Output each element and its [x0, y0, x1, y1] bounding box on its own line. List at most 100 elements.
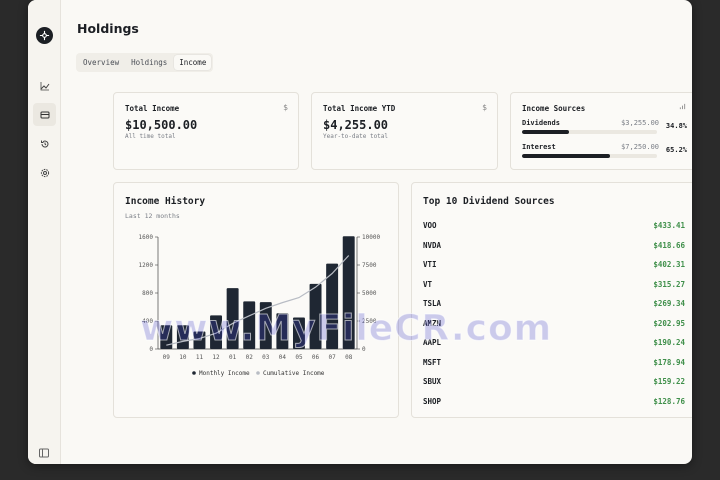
dividend-row: VOO $433.41	[423, 218, 685, 238]
tab-bar: Overview Holdings Income	[76, 53, 214, 72]
y-tick-label-left: 0	[149, 346, 153, 353]
app-window: Holdings Overview Holdings Income Total …	[28, 0, 692, 464]
dividend-amount: $159.22	[653, 377, 685, 386]
source-percent: 34.8%	[665, 122, 687, 130]
tab-overview[interactable]: Overview	[78, 55, 124, 70]
tab-income[interactable]: Income	[174, 55, 212, 70]
main-content: Holdings Overview Holdings Income Total …	[61, 0, 692, 464]
dividend-row: AAPL $190.24	[423, 335, 685, 355]
income-sources-card: Income Sources Dividends $3,255.00 34.8%…	[510, 92, 692, 170]
y-tick-label-right: 0	[362, 346, 366, 353]
dividend-amount: $269.34	[653, 299, 685, 308]
y-tick-label-right: 7500	[362, 262, 377, 269]
dividend-symbol: VTI	[423, 260, 437, 269]
dividend-symbol: AAPL	[423, 338, 442, 347]
bar	[292, 317, 305, 349]
x-tick-label: 09	[163, 354, 171, 361]
dividend-row: NVDA $418.66	[423, 238, 685, 258]
y-tick-label-right: 10000	[362, 234, 380, 241]
total-income-ytd-value: $4,255.00	[323, 118, 389, 132]
card-subtitle: Year-to-date total	[323, 133, 389, 140]
bar	[193, 331, 206, 349]
x-tick-label: 07	[329, 354, 337, 361]
dollar-icon: $	[283, 103, 288, 112]
card-label: Income Sources	[522, 104, 586, 113]
dividend-amount: $402.31	[653, 260, 685, 269]
app-logo-icon[interactable]	[36, 27, 53, 44]
dividend-amount: $418.66	[653, 240, 685, 250]
dividend-symbol: SBUX	[423, 377, 442, 386]
dividend-amount: $178.94	[653, 357, 685, 367]
x-tick-label: 11	[196, 354, 204, 361]
top-dividends-card: Top 10 Dividend Sources VOO $433.41 NVDA $4…	[411, 182, 692, 418]
y-tick-label-right: 5000	[362, 290, 377, 297]
dividend-symbol: VOO	[423, 221, 437, 230]
bar	[259, 302, 272, 349]
total-income-ytd-card: Total Income YTD $ $4,255.00 Year-to-dat…	[311, 92, 498, 170]
total-income-card: Total Income $ $10,500.00 All time total	[113, 92, 299, 170]
x-tick-label: 01	[229, 354, 237, 361]
dividend-amount: $190.24	[653, 338, 685, 347]
dividend-symbol: TSLA	[423, 299, 442, 308]
dividend-symbol: SHOP	[423, 396, 442, 406]
dividend-amount: $202.95	[653, 318, 685, 328]
nav-holdings-icon[interactable]	[33, 103, 56, 126]
dollar-icon: $	[482, 103, 487, 112]
source-name: Interest	[522, 143, 556, 151]
dividend-amount: $433.41	[653, 221, 685, 230]
income-history-subtitle: Last 12 months	[125, 212, 180, 220]
dividend-amount: $128.76	[653, 396, 685, 406]
card-label: Total Income YTD	[323, 104, 396, 113]
x-tick-label: 05	[295, 354, 303, 361]
sidebar	[28, 0, 61, 464]
source-name: Dividends	[522, 119, 560, 127]
top-dividends-title: Top 10 Dividend Sources	[423, 196, 555, 207]
dividend-row: VT $315.27	[423, 277, 685, 297]
dividend-amount: $315.27	[653, 279, 685, 289]
bar	[226, 288, 239, 349]
y-tick-label-left: 1600	[139, 234, 154, 241]
legend-swatch-monthly	[192, 371, 196, 375]
source-percent: 65.2%	[665, 146, 687, 154]
source-progress-fill	[522, 154, 611, 158]
dividend-row: VTI $402.31	[423, 257, 685, 277]
bar-chart-icon	[679, 103, 686, 112]
dividend-row: TSLA $269.34	[423, 296, 685, 316]
bar	[210, 315, 223, 349]
income-history-card: Income History Last 12 months 0 400 800 120…	[113, 182, 399, 418]
bar	[160, 325, 173, 349]
nav-settings-icon[interactable]	[33, 161, 56, 184]
source-progress-bar	[522, 130, 657, 134]
legend-label-cumulative: Cumulative Income	[263, 370, 325, 377]
tab-holdings[interactable]: Holdings	[126, 55, 172, 70]
dividend-symbol: AMZN	[423, 318, 442, 328]
income-history-title: Income History	[125, 196, 206, 207]
source-progress-bar	[522, 154, 657, 158]
dividend-symbol: VT	[423, 279, 433, 289]
dividend-row: SBUX $159.22	[423, 374, 685, 394]
y-tick-label-left: 1200	[139, 262, 154, 269]
toggle-sidebar-icon[interactable]	[38, 444, 50, 458]
source-amount: $7,250.00	[621, 143, 659, 151]
x-tick-label: 02	[246, 354, 254, 361]
source-amount: $3,255.00	[621, 119, 659, 127]
bar	[309, 283, 322, 349]
y-tick-label-right: 2500	[362, 318, 377, 325]
dividend-symbol: MSFT	[423, 357, 442, 367]
y-tick-label-left: 400	[142, 318, 153, 325]
x-tick-label: 08	[345, 354, 353, 361]
total-income-value: $10,500.00	[125, 118, 198, 132]
legend-label-monthly: Monthly Income	[199, 370, 250, 377]
bar	[342, 236, 355, 349]
bar	[276, 313, 289, 349]
x-tick-label: 10	[179, 354, 187, 361]
page-title: Holdings	[77, 21, 139, 36]
nav-history-icon[interactable]	[33, 132, 56, 155]
income-history-chart: 0 400 800 1200 1600 0 2500 5000 7500 10000 09 10 11 1…	[139, 234, 381, 377]
nav-performance-icon[interactable]	[33, 74, 56, 97]
bar	[176, 325, 189, 349]
x-tick-label: 04	[279, 354, 287, 361]
card-label: Total Income	[125, 104, 180, 113]
legend-swatch-cumulative	[256, 371, 260, 375]
dividend-symbol: NVDA	[423, 240, 442, 250]
